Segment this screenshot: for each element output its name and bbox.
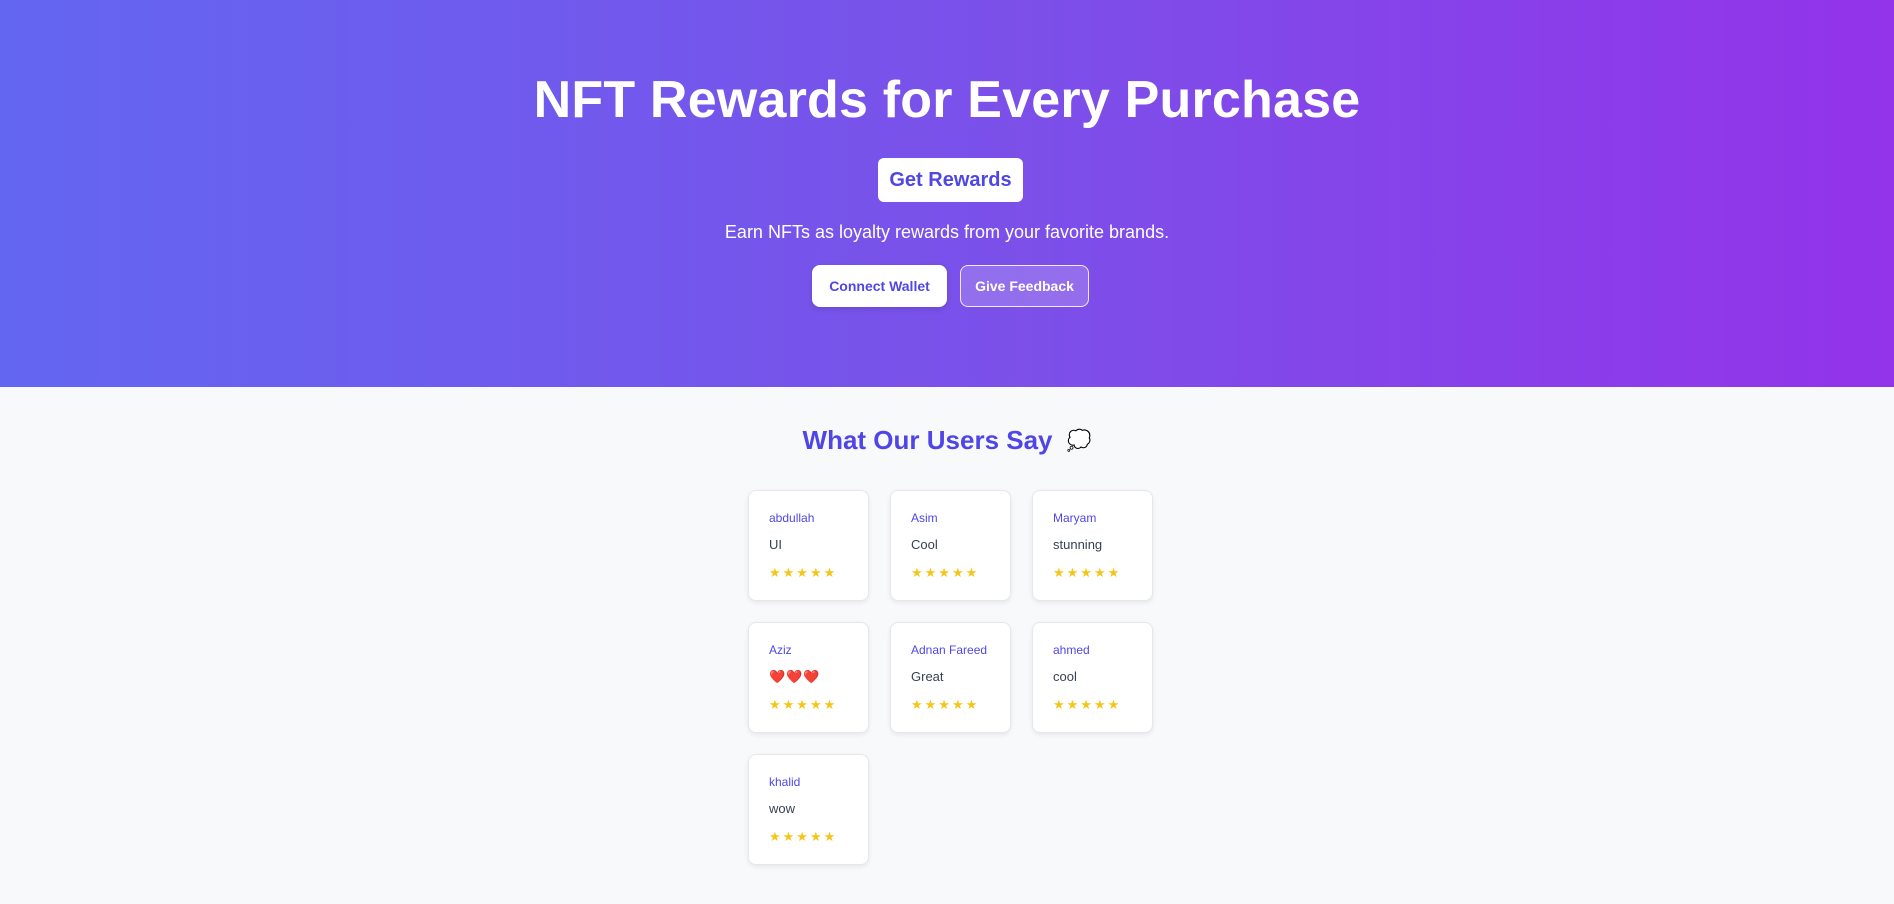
speech-bubble-icon: 💭 [1066,430,1092,452]
reviewer-name: ahmed [1053,643,1090,657]
reviewer-name: Maryam [1053,511,1097,525]
testimonials-title-text: What Our Users Say [802,425,1053,455]
star-rating: ★★★★★ [769,829,838,844]
hero-subtitle: Earn NFTs as loyalty rewards from your f… [724,222,1170,242]
testimonial-card: khalid wow ★★★★★ [748,754,869,865]
testimonial-card: Adnan Fareed Great ★★★★★ [890,622,1011,733]
testimonials-section: What Our Users Say 💭 abdullah UI ★★★★★ As… [0,387,1894,904]
connect-wallet-button[interactable]: Connect Wallet [812,265,947,307]
reviewer-name: abdullah [769,511,815,525]
star-rating: ★★★★★ [769,697,838,712]
star-rating: ★★★★★ [1053,697,1122,712]
hero-section: NFT Rewards for Every Purchase Get Rewar… [0,0,1894,387]
reviewer-name: Aziz [769,643,792,657]
testimonial-card: ahmed cool ★★★★★ [1032,622,1153,733]
review-comment: Cool [911,537,938,552]
get-rewards-button[interactable]: Get Rewards [878,158,1023,202]
review-comment: ❤️❤️❤️ [769,669,821,684]
testimonial-card: abdullah UI ★★★★★ [748,490,869,601]
give-feedback-button[interactable]: Give Feedback [960,265,1089,307]
reviewer-name: Adnan Fareed [911,643,988,657]
review-comment: cool [1053,669,1077,684]
testimonial-card: Aziz ❤️❤️❤️ ★★★★★ [748,622,869,733]
testimonial-card: Maryam stunning ★★★★★ [1032,490,1153,601]
reviewer-name: Asim [911,511,938,525]
testimonials-title: What Our Users Say 💭 [0,425,1894,456]
hero-title: NFT Rewards for Every Purchase [533,71,1361,129]
star-rating: ★★★★★ [769,565,838,580]
review-comment: wow [769,801,796,816]
star-rating: ★★★★★ [1053,565,1122,580]
review-comment: stunning [1053,537,1103,552]
star-rating: ★★★★★ [911,697,980,712]
star-rating: ★★★★★ [911,565,980,580]
cta-button-row: Connect Wallet Give Feedback [812,265,1089,307]
testimonial-card: Asim Cool ★★★★★ [890,490,1011,601]
review-comment: Great [911,669,944,684]
reviewer-name: khalid [769,775,801,789]
testimonial-grid: abdullah UI ★★★★★ Asim Cool ★★★★★ Maryam… [748,490,1153,865]
review-comment: UI [769,537,782,552]
